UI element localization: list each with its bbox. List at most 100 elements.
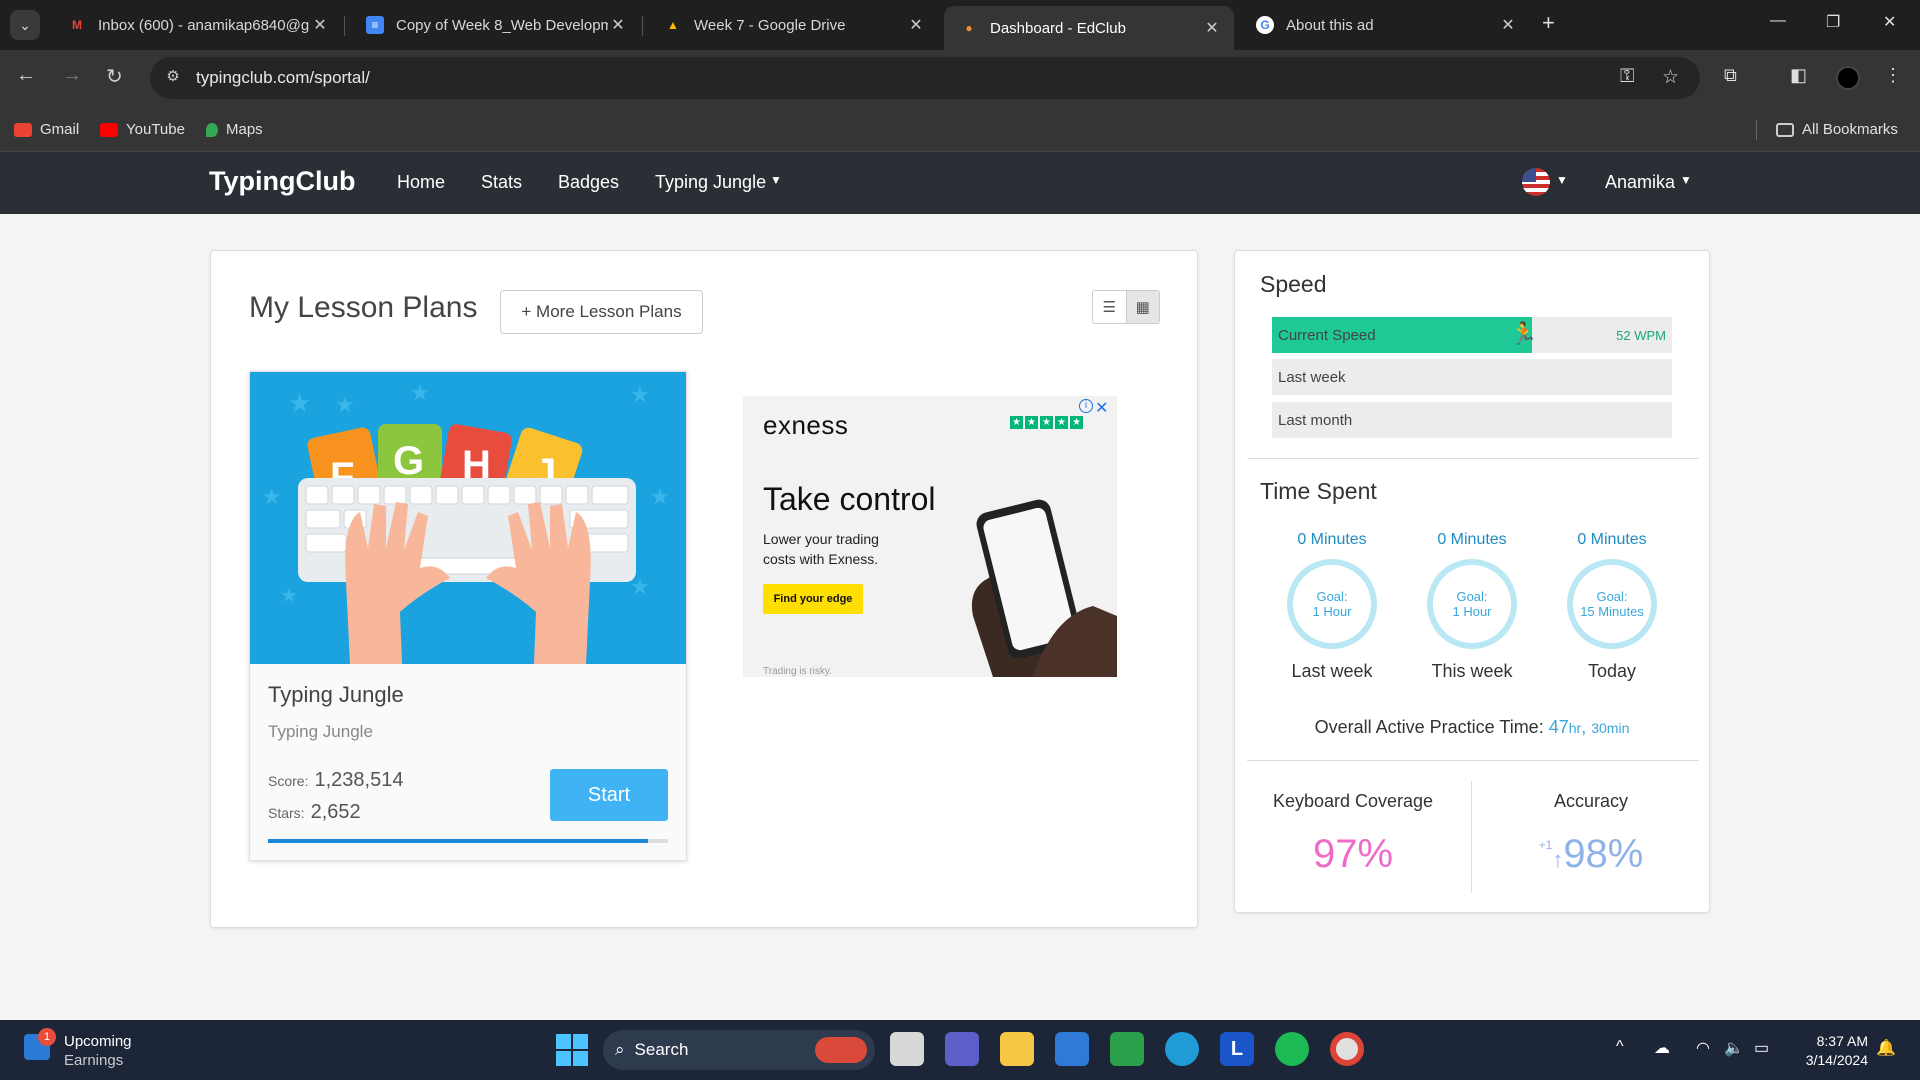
time-last-week: 0 Minutes Goal: 1 Hour Last week (1272, 531, 1392, 682)
wifi-icon[interactable]: ◠ (1696, 1038, 1710, 1058)
close-icon[interactable]: ✕ (1498, 15, 1518, 35)
close-icon[interactable]: ✕ (906, 15, 926, 35)
tab-about-ad[interactable]: G About this ad ✕ (1240, 8, 1530, 42)
back-icon[interactable]: ← (16, 64, 36, 87)
start-icon[interactable] (556, 1034, 588, 1066)
taskbar-search[interactable]: ⌕ Search (603, 1030, 875, 1070)
google-icon: G (1256, 16, 1274, 34)
site-logo[interactable]: TypingClub (209, 166, 355, 197)
close-icon[interactable]: ✕ (608, 15, 628, 35)
advertisement[interactable]: exness ★ ★ ★ ★ ★ i ✕ Take control Lower your… (743, 396, 1117, 677)
notification-bell-icon[interactable]: 🔔 (1876, 1038, 1896, 1058)
battery-icon[interactable]: ▭ (1754, 1038, 1769, 1058)
tab-separator (344, 16, 345, 36)
spotify-icon[interactable] (1275, 1032, 1309, 1066)
password-key-icon[interactable]: ⚿ (1620, 66, 1634, 88)
tab-gmail[interactable]: M Inbox (600) - anamikap6840@g ✕ (52, 8, 342, 42)
side-panel-icon[interactable]: ◧ (1790, 65, 1807, 86)
chevron-down-icon[interactable]: ▼ (770, 173, 782, 187)
stars-value: 2,652 (310, 801, 361, 823)
bookmark-star-icon[interactable]: ☆ (1662, 66, 1679, 89)
tab-docs[interactable]: ≡ Copy of Week 8_Web Developm ✕ (350, 8, 640, 42)
reload-icon[interactable]: ↻ (106, 64, 123, 89)
store-icon[interactable] (1055, 1032, 1089, 1066)
new-tab-icon[interactable]: + (1542, 10, 1555, 36)
restore-icon[interactable]: ❐ (1826, 12, 1840, 32)
site-settings-icon[interactable]: ⚙ (162, 67, 184, 89)
stars-row: Stars: 2,652 (268, 801, 361, 823)
rating-stars-icon: ★ ★ ★ ★ ★ (1010, 416, 1083, 429)
browser-toolbar: ← → ↻ ⚙ typingclub.com/sportal/ ⚿ ☆ ⧉ ◧ … (0, 50, 1920, 108)
bookmark-gmail[interactable]: Gmail (14, 121, 79, 138)
nav-home[interactable]: Home (397, 172, 445, 193)
profile-avatar[interactable] (1836, 66, 1860, 90)
address-bar[interactable]: ⚙ typingclub.com/sportal/ ⚿ ☆ (150, 57, 1700, 99)
nav-typing-jungle[interactable]: Typing Jungle (655, 172, 766, 193)
goal-ring: Goal: 1 Hour (1287, 559, 1377, 649)
ad-info-icon[interactable]: i (1079, 399, 1093, 413)
stats-card: Speed Current Speed 52 WPM 🏃 Last week L… (1234, 250, 1710, 913)
teams-icon[interactable] (945, 1032, 979, 1066)
start-button[interactable]: Start (550, 769, 668, 821)
accuracy: Accuracy +1↑98% (1481, 791, 1701, 877)
close-icon[interactable]: ✕ (310, 15, 330, 35)
svg-text:★: ★ (288, 388, 311, 418)
time-spent-title: Time Spent (1260, 478, 1377, 504)
speed-bar-last-week: Last week (1272, 359, 1672, 395)
divider (1247, 760, 1699, 761)
arrow-up-icon: ↑ (1552, 847, 1564, 872)
url-text[interactable]: typingclub.com/sportal/ (196, 68, 370, 88)
time-today: 0 Minutes Goal: 15 Minutes Today (1552, 531, 1672, 682)
youtube-icon (100, 122, 118, 137)
show-hidden-icons[interactable]: ^ (1616, 1038, 1624, 1056)
ad-cta-button[interactable]: Find your edge (763, 584, 863, 614)
minimize-icon[interactable]: — (1770, 12, 1786, 30)
overall-practice-time: Overall Active Practice Time: 47hr, 30mi… (1314, 717, 1630, 737)
nav-badges[interactable]: Badges (558, 172, 619, 193)
chrome-icon[interactable] (1330, 1032, 1364, 1066)
nav-stats[interactable]: Stats (481, 172, 522, 193)
onedrive-icon[interactable]: ☁ (1654, 1038, 1670, 1058)
chevron-down-icon[interactable]: ▼ (1556, 173, 1568, 187)
us-flag-icon[interactable] (1522, 168, 1550, 196)
menu-icon[interactable]: ⋮ (1884, 65, 1902, 86)
notification-badge: 1 (38, 1028, 56, 1046)
widgets-button[interactable]: 1 Upcoming Earnings (24, 1028, 132, 1070)
task-view-icon[interactable] (890, 1032, 924, 1066)
tab-search-button[interactable]: ⌄ (10, 10, 40, 40)
speed-bar-current: Current Speed 52 WPM 🏃 (1272, 317, 1672, 353)
close-icon[interactable]: ✕ (1202, 18, 1222, 38)
bookmark-divider (1756, 120, 1757, 140)
tab-drive[interactable]: ▲ Week 7 - Google Drive ✕ (648, 8, 938, 42)
bookmark-maps[interactable]: Maps (206, 121, 263, 138)
l-app-icon[interactable]: L (1220, 1032, 1254, 1066)
goal-ring: Goal: 1 Hour (1427, 559, 1517, 649)
bookmark-youtube[interactable]: YouTube (100, 121, 185, 138)
file-explorer-icon[interactable] (1000, 1032, 1034, 1066)
more-lesson-plans-button[interactable]: + More Lesson Plans (500, 290, 703, 334)
taskbar: 1 Upcoming Earnings ⌕ Search L ^ ☁ ◠ 🔈 ▭… (0, 1020, 1920, 1080)
svg-text:★: ★ (410, 380, 430, 405)
edge-icon[interactable] (1165, 1032, 1199, 1066)
time-this-week: 0 Minutes Goal: 1 Hour This week (1412, 531, 1532, 682)
list-view-icon[interactable]: ☰ (1093, 291, 1126, 323)
extensions-icon[interactable]: ⧉ (1724, 65, 1737, 86)
coverage-value: 97% (1312, 832, 1394, 876)
volume-icon[interactable]: 🔈 (1724, 1038, 1744, 1058)
svg-text:★: ★ (280, 585, 298, 607)
tab-edclub[interactable]: ● Dashboard - EdClub ✕ (944, 6, 1234, 50)
user-menu[interactable]: Anamika (1605, 172, 1675, 193)
grid-view-icon[interactable]: ▦ (1125, 291, 1159, 323)
window-close-icon[interactable]: ✕ (1883, 12, 1896, 32)
all-bookmarks[interactable]: All Bookmarks (1776, 121, 1898, 138)
score-row: Score: 1,238,514 (268, 769, 404, 791)
edclub-icon: ● (965, 21, 973, 35)
view-toggle: ☰ ▦ (1092, 290, 1160, 324)
lesson-plan-name[interactable]: Typing Jungle (268, 682, 404, 708)
ad-close-icon[interactable]: ✕ (1095, 398, 1108, 418)
chevron-down-icon[interactable]: ▼ (1680, 173, 1692, 187)
google-drive-icon[interactable] (1110, 1032, 1144, 1066)
forward-icon[interactable]: → (62, 64, 82, 87)
lesson-plan-card[interactable]: ★ ★ ★ ★ ★ ★ ★ ★ F G H J Typing Jungle Ty… (249, 371, 687, 861)
clock[interactable]: 8:37 AM 3/14/2024 (1790, 1032, 1868, 1070)
